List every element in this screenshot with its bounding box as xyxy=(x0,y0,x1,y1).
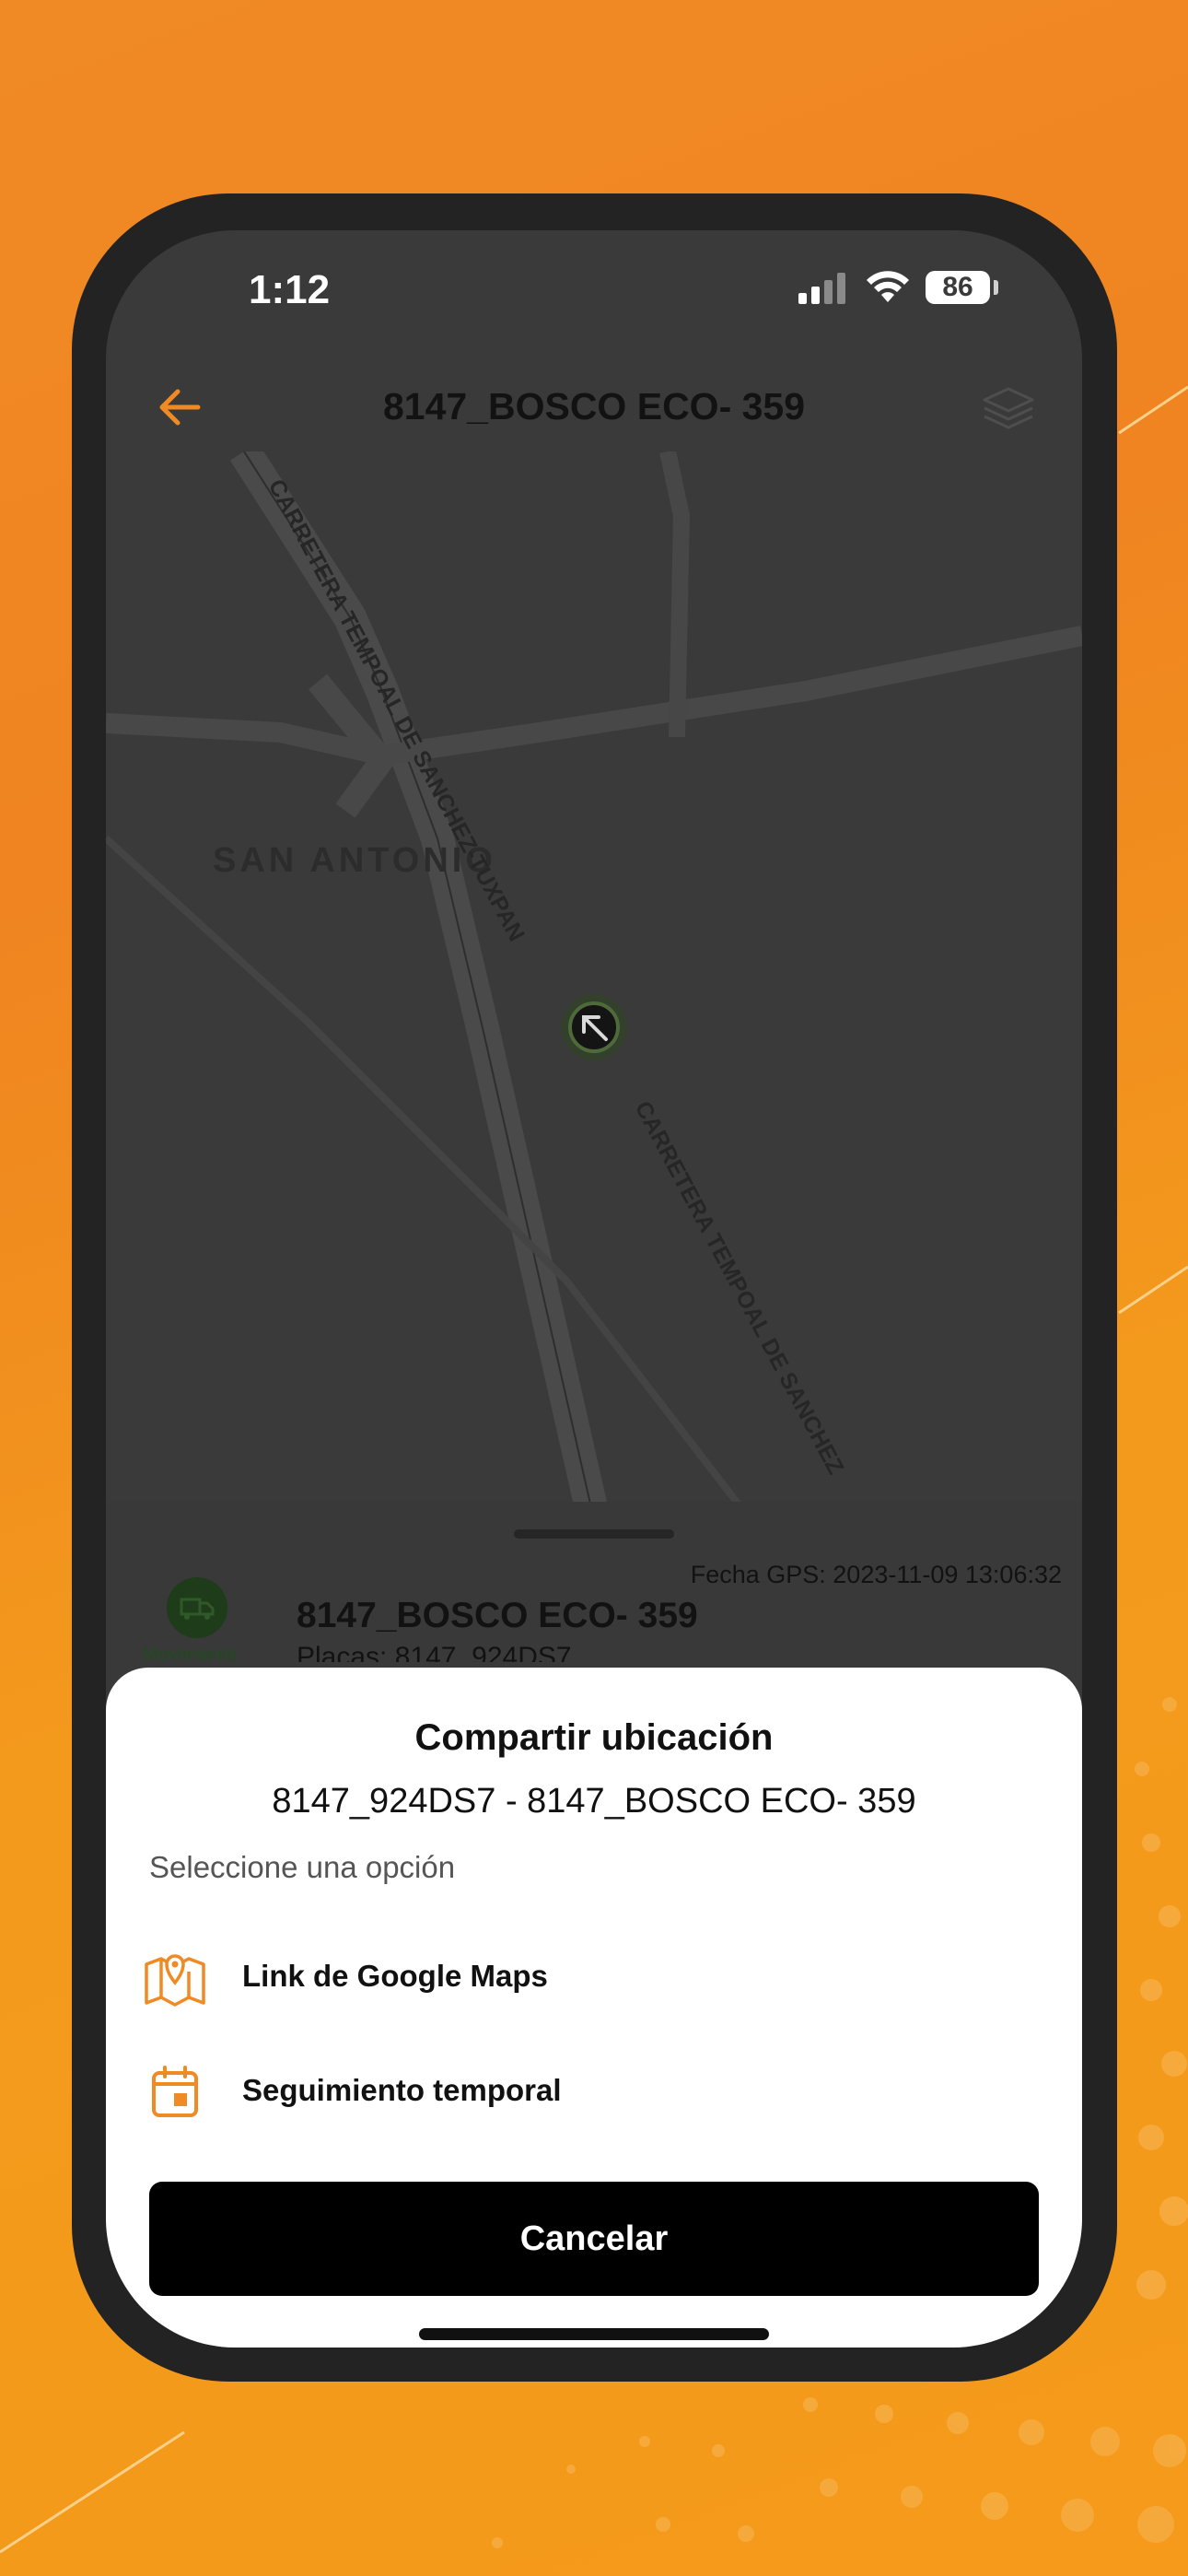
option-seguimiento-temporal[interactable]: Seguimiento temporal xyxy=(143,2040,1045,2132)
share-location-sheet: Compartir ubicación 8147_924DS7 - 8147_B… xyxy=(106,1668,1082,2348)
truck-icon xyxy=(167,1577,227,1638)
drag-handle[interactable] xyxy=(514,1529,674,1539)
vehicle-placas: Placas: 8147_924DS7 xyxy=(297,1642,572,1662)
battery-nub xyxy=(994,280,998,295)
sheet-hint: Seleccione una opción xyxy=(149,1850,456,1884)
calendar-icon xyxy=(152,2066,198,2117)
map-view[interactable]: SAN ANTONIO CARRETERA TEMPOAL DE SANCHEZ… xyxy=(106,451,1082,1520)
signal-icon xyxy=(798,273,845,304)
cancel-button[interactable]: Cancelar xyxy=(149,2182,1039,2296)
phone-screen: 1:12 86 8147_BOSCO ECO- 359 SAN ANTONIO … xyxy=(106,230,1082,2348)
vehicle-marker-icon[interactable] xyxy=(561,994,627,1060)
option-label: Link de Google Maps xyxy=(242,1959,548,1993)
app-header: 8147_BOSCO ECO- 359 xyxy=(106,359,1082,453)
map-place-label: SAN ANTONIO xyxy=(213,841,496,880)
battery-indicator: 86 xyxy=(926,271,990,304)
home-indicator[interactable] xyxy=(419,2328,769,2340)
status-label: Movimiento xyxy=(143,1645,238,1665)
status-bar: 1:12 86 xyxy=(106,230,1082,341)
status-time: 1:12 xyxy=(249,267,331,312)
layers-icon[interactable] xyxy=(979,380,1038,439)
sheet-title: Compartir ubicación xyxy=(414,1717,774,1758)
map-pin-icon xyxy=(145,1954,205,2007)
sheet-subtitle: 8147_924DS7 - 8147_BOSCO ECO- 359 xyxy=(272,1782,916,1821)
vehicle-name: 8147_BOSCO ECO- 359 xyxy=(297,1596,698,1635)
page-title: 8147_BOSCO ECO- 359 xyxy=(382,385,806,427)
option-google-maps-link[interactable]: Link de Google Maps xyxy=(143,1926,1045,2018)
wifi-icon xyxy=(867,271,909,302)
option-label: Seguimiento temporal xyxy=(242,2073,562,2107)
fecha-gps: Fecha GPS: 2023-11-09 13:06:32 xyxy=(690,1561,1062,1588)
